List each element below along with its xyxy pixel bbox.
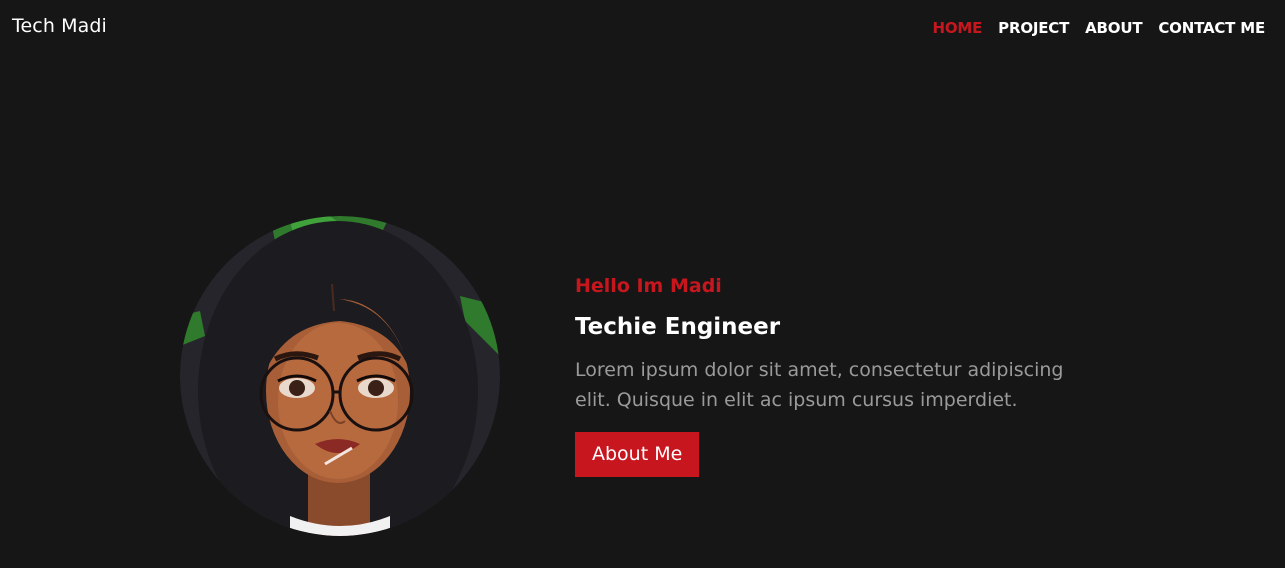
nav-links: HOME PROJECT ABOUT CONTACT ME <box>932 19 1265 37</box>
nav-link-about[interactable]: ABOUT <box>1085 19 1142 37</box>
about-me-button[interactable]: About Me <box>575 432 700 477</box>
hero-description: Lorem ipsum dolor sit amet, consectetur … <box>575 359 1064 411</box>
brand-logo[interactable]: Tech Madi <box>12 15 107 37</box>
hero-section: Hello Im Madi Techie Engineer Lorem ipsu… <box>575 275 1135 477</box>
avatar <box>180 216 500 536</box>
nav-link-home[interactable]: HOME <box>932 19 982 37</box>
nav-link-contact[interactable]: CONTACT ME <box>1158 19 1265 37</box>
hero-greeting: Hello Im Madi <box>575 275 722 297</box>
hero-title: Techie Engineer <box>575 314 781 340</box>
avatar-illustration <box>180 216 500 536</box>
navbar: Tech Madi HOME PROJECT ABOUT CONTACT ME <box>0 0 1285 56</box>
nav-link-project[interactable]: PROJECT <box>998 19 1069 37</box>
